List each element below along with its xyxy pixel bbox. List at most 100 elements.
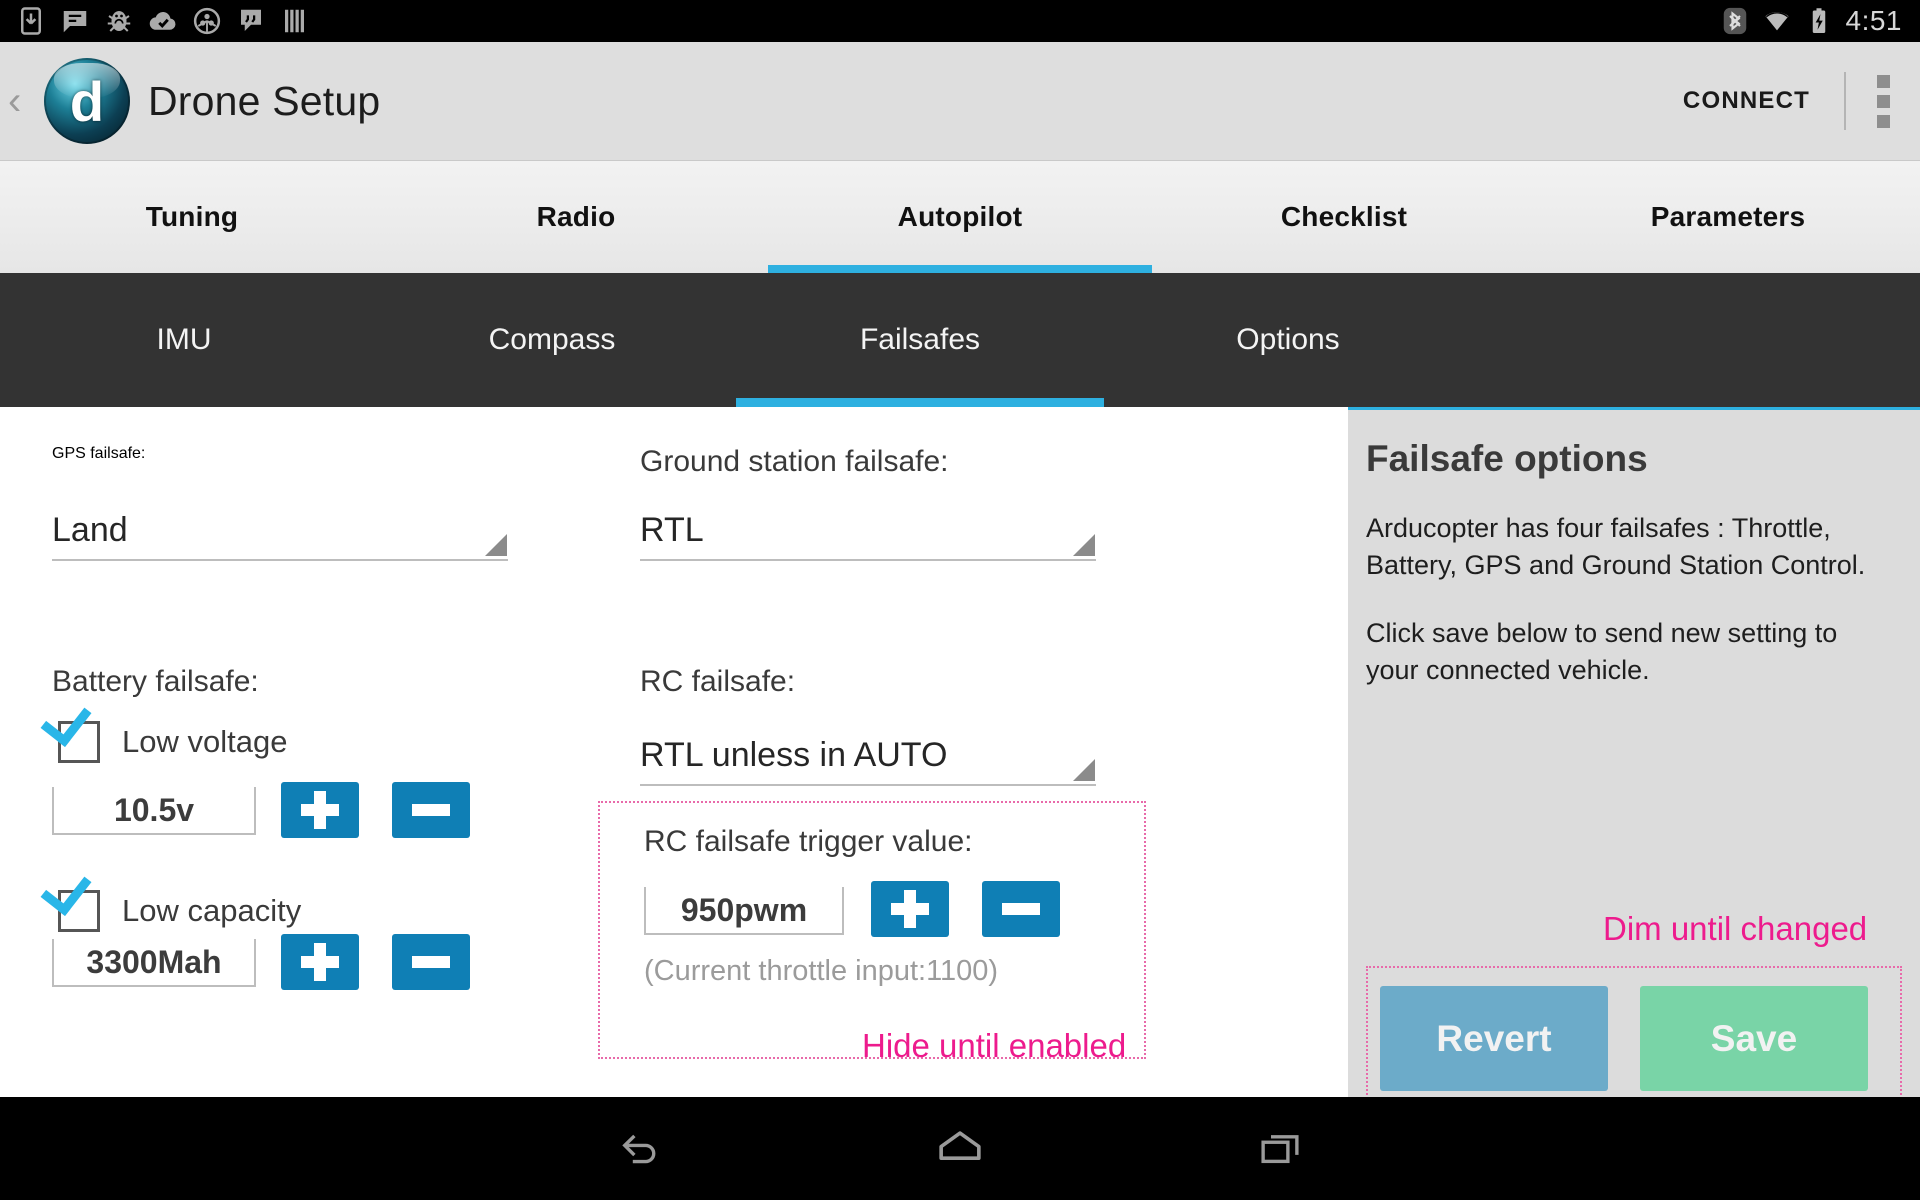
- download-to-device-icon: [21, 7, 41, 35]
- minus-icon: [412, 804, 450, 816]
- cloud-check-icon: [149, 12, 176, 30]
- plus-icon: [301, 943, 339, 981]
- rc-trigger-hidden-group: RC failsafe trigger value: 950pwm (Curre…: [598, 801, 1146, 1059]
- tab-parameters[interactable]: Parameters: [1536, 161, 1920, 273]
- rc-trigger-label: RC failsafe trigger value:: [644, 825, 973, 858]
- moto-circle-icon: [193, 7, 221, 35]
- chevron-down-icon: [1073, 534, 1095, 556]
- subtab-label: Options: [1236, 323, 1340, 356]
- gps-failsafe-label: GPS failsafe:: [52, 445, 146, 462]
- status-bar-system-icons: 4:51: [1720, 5, 1920, 37]
- tab-radio[interactable]: Radio: [384, 161, 768, 273]
- low-voltage-increment-button[interactable]: [281, 782, 359, 838]
- tab-label: Checklist: [1280, 201, 1408, 232]
- battery-failsafe-label: Battery failsafe:: [52, 665, 259, 698]
- sms-message-icon: [63, 11, 87, 33]
- rc-failsafe-value: RTL unless in AUTO: [640, 736, 948, 774]
- save-button-label: Save: [1710, 1017, 1798, 1059]
- tab-label: Radio: [536, 201, 616, 232]
- action-bar: ‹ d Drone Setup CONNECT: [0, 42, 1920, 161]
- main-tab-bar: Tuning Radio Autopilot Checklist Paramet…: [0, 161, 1920, 273]
- page-title: Drone Setup: [148, 77, 381, 124]
- failsafe-options-panel: Failsafe options Arducopter has four fai…: [1348, 407, 1920, 1110]
- hide-until-enabled-annotation: Hide until enabled: [862, 1027, 1127, 1064]
- action-buttons-group: Revert Save: [1366, 966, 1902, 1110]
- back-nav-icon: [622, 1134, 656, 1163]
- plus-icon: [891, 890, 929, 928]
- nav-home-button[interactable]: [800, 1097, 1120, 1200]
- dim-until-changed-annotation: Dim until changed: [1603, 910, 1868, 947]
- low-voltage-checkbox[interactable]: [58, 721, 100, 763]
- low-voltage-checkbox-row[interactable]: Low voltage: [58, 721, 287, 763]
- minus-icon: [1002, 903, 1040, 915]
- app-logo: d: [44, 58, 130, 144]
- save-button[interactable]: Save: [1640, 986, 1868, 1091]
- tab-autopilot[interactable]: Autopilot: [768, 161, 1152, 273]
- subtab-label: Compass: [488, 323, 616, 356]
- low-voltage-decrement-button[interactable]: [392, 782, 470, 838]
- rc-trigger-decrement-button[interactable]: [982, 881, 1060, 937]
- recents-nav-icon: [1261, 1134, 1299, 1163]
- tab-label: Parameters: [1650, 201, 1806, 232]
- chevron-down-icon: [485, 534, 507, 556]
- rc-trigger-increment-button[interactable]: [871, 881, 949, 937]
- minus-icon: [412, 956, 450, 968]
- nav-recents-button[interactable]: [1120, 1097, 1440, 1200]
- status-bar-notification-icons: [0, 6, 310, 36]
- ground-station-failsafe-label: Ground station failsafe:: [640, 445, 949, 478]
- bluetooth-icon: [1723, 7, 1746, 35]
- rc-trigger-value: 950pwm: [680, 891, 808, 928]
- low-voltage-label: Low voltage: [122, 724, 288, 759]
- gps-failsafe-spinner[interactable]: Land: [52, 507, 508, 561]
- subtab-imu[interactable]: IMU: [0, 273, 368, 407]
- plus-icon: [301, 791, 339, 829]
- overflow-dot: [1876, 74, 1890, 88]
- app-logo-glyph: d: [69, 69, 105, 133]
- low-voltage-input[interactable]: 10.5v: [52, 787, 256, 835]
- low-voltage-value: 10.5v: [113, 791, 195, 828]
- tab-checklist[interactable]: Checklist: [1152, 161, 1536, 273]
- failsafes-form: GPS failsafe: Land Ground station failsa…: [0, 407, 1348, 1097]
- back-chevron-icon[interactable]: ‹: [0, 81, 42, 121]
- subtab-options[interactable]: Options: [1104, 273, 1472, 407]
- app-root: 4:51 ‹ d Drone Setup CONNECT Tuning Radi…: [0, 0, 1920, 1200]
- rc-trigger-input[interactable]: 950pwm: [644, 887, 844, 935]
- subtab-failsafes[interactable]: Failsafes: [736, 273, 1104, 407]
- subtab-indicator: [736, 398, 1104, 407]
- low-capacity-checkbox-row[interactable]: Low capacity: [58, 890, 301, 932]
- chevron-down-icon: [1073, 759, 1095, 781]
- tab-indicator: [768, 265, 1152, 273]
- low-capacity-input[interactable]: 3300Mah: [52, 939, 256, 987]
- status-bar: 4:51: [0, 0, 1920, 42]
- overflow-dot: [1876, 114, 1890, 128]
- gps-failsafe-value: Land: [52, 511, 128, 549]
- debug-bug-icon: [107, 11, 131, 32]
- tab-tuning[interactable]: Tuning: [0, 161, 384, 273]
- revert-button[interactable]: Revert: [1380, 986, 1608, 1091]
- hangouts-icon: [241, 9, 261, 31]
- ground-station-failsafe-spinner[interactable]: RTL: [640, 507, 1096, 561]
- rc-failsafe-spinner[interactable]: RTL unless in AUTO: [640, 732, 1096, 786]
- overflow-dot: [1876, 94, 1890, 108]
- wifi-icon: [1765, 12, 1788, 31]
- subtab-compass[interactable]: Compass: [368, 273, 736, 407]
- low-capacity-increment-button[interactable]: [281, 934, 359, 990]
- side-panel-title: Failsafe options: [1366, 438, 1648, 479]
- current-throttle-hint: (Current throttle input:1100): [644, 955, 999, 987]
- overflow-menu-icon[interactable]: [1846, 42, 1920, 160]
- battery-charging-icon: [1812, 8, 1825, 33]
- low-capacity-decrement-button[interactable]: [392, 934, 470, 990]
- revert-button-label: Revert: [1436, 1017, 1552, 1059]
- nav-back-button[interactable]: [480, 1097, 800, 1200]
- tab-label: Tuning: [145, 201, 239, 232]
- side-panel-paragraph-2: Click save below to send new setting to …: [1366, 618, 1838, 685]
- content-area: GPS failsafe: Land Ground station failsa…: [0, 407, 1920, 1110]
- rc-failsafe-label: RC failsafe:: [640, 665, 796, 698]
- ground-station-failsafe-value: RTL: [640, 511, 704, 549]
- low-capacity-label: Low capacity: [122, 893, 302, 928]
- barcode-icon: [285, 9, 304, 33]
- tab-label: Autopilot: [897, 201, 1023, 232]
- subtab-label: IMU: [156, 323, 212, 356]
- connect-button[interactable]: CONNECT: [1649, 87, 1844, 115]
- low-capacity-checkbox[interactable]: [58, 890, 100, 932]
